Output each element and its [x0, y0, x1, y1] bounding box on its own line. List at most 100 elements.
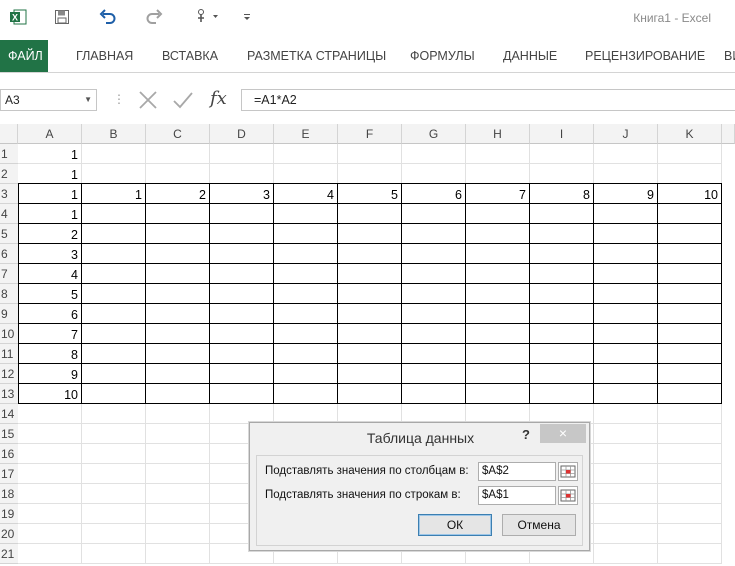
row-header[interactable]: 13 — [0, 384, 18, 404]
cell-f2[interactable] — [338, 164, 402, 184]
cell-c6[interactable] — [146, 244, 210, 264]
cell-d11[interactable] — [210, 344, 274, 364]
cell-k5[interactable] — [658, 224, 722, 244]
cell-j4[interactable] — [594, 204, 658, 224]
help-button[interactable]: ? — [522, 427, 530, 442]
column-header[interactable]: G — [402, 124, 466, 144]
cell-k10[interactable] — [658, 324, 722, 344]
cell-a18[interactable] — [18, 484, 82, 504]
cell-h1[interactable] — [466, 144, 530, 164]
cell-a12[interactable]: 9 — [18, 364, 82, 384]
cell-a2[interactable]: 1 — [18, 164, 82, 184]
cell-c11[interactable] — [146, 344, 210, 364]
cell-j17[interactable] — [594, 464, 658, 484]
cell-e10[interactable] — [274, 324, 338, 344]
cell-b15[interactable] — [82, 424, 146, 444]
tab-view[interactable]: ВИ — [724, 40, 735, 72]
cell-b18[interactable] — [82, 484, 146, 504]
tab-file[interactable]: ФАЙЛ — [0, 40, 48, 72]
cell-i2[interactable] — [530, 164, 594, 184]
cell-f11[interactable] — [338, 344, 402, 364]
cell-f14[interactable] — [338, 404, 402, 424]
row-header[interactable]: 21 — [0, 544, 18, 564]
column-header[interactable]: D — [210, 124, 274, 144]
cell-d5[interactable] — [210, 224, 274, 244]
close-button[interactable]: × — [540, 424, 586, 443]
cell-j5[interactable] — [594, 224, 658, 244]
cell-k14[interactable] — [658, 404, 722, 424]
cell-g3[interactable]: 6 — [402, 184, 466, 204]
column-header[interactable]: F — [338, 124, 402, 144]
row-header[interactable]: 17 — [0, 464, 18, 484]
cell-e4[interactable] — [274, 204, 338, 224]
column-header[interactable]: A — [18, 124, 82, 144]
cell-g13[interactable] — [402, 384, 466, 404]
cell-g5[interactable] — [402, 224, 466, 244]
range-select-icon[interactable] — [558, 462, 578, 481]
cell-c18[interactable] — [146, 484, 210, 504]
cell-d4[interactable] — [210, 204, 274, 224]
cell-a7[interactable]: 4 — [18, 264, 82, 284]
cell-c17[interactable] — [146, 464, 210, 484]
cell-d9[interactable] — [210, 304, 274, 324]
cell-a4[interactable]: 1 — [18, 204, 82, 224]
cell-e5[interactable] — [274, 224, 338, 244]
cell-h13[interactable] — [466, 384, 530, 404]
cell-f6[interactable] — [338, 244, 402, 264]
cell-g6[interactable] — [402, 244, 466, 264]
tab-review[interactable]: РЕЦЕНЗИРОВАНИЕ — [585, 40, 705, 72]
cell-b19[interactable] — [82, 504, 146, 524]
cell-c13[interactable] — [146, 384, 210, 404]
cell-b7[interactable] — [82, 264, 146, 284]
tab-formulas[interactable]: ФОРМУЛЫ — [410, 40, 475, 72]
cell-a6[interactable]: 3 — [18, 244, 82, 264]
row-header[interactable]: 11 — [0, 344, 18, 364]
tab-data[interactable]: ДАННЫЕ — [503, 40, 557, 72]
cell-j18[interactable] — [594, 484, 658, 504]
cell-j19[interactable] — [594, 504, 658, 524]
cell-k19[interactable] — [658, 504, 722, 524]
cell-d3[interactable]: 3 — [210, 184, 274, 204]
cell-k11[interactable] — [658, 344, 722, 364]
cell-j11[interactable] — [594, 344, 658, 364]
cell-f4[interactable] — [338, 204, 402, 224]
cancel-entry-icon[interactable] — [137, 90, 159, 115]
cell-h2[interactable] — [466, 164, 530, 184]
cell-e12[interactable] — [274, 364, 338, 384]
row-header[interactable]: 20 — [0, 524, 18, 544]
cell-k3[interactable]: 10 — [658, 184, 722, 204]
cell-g9[interactable] — [402, 304, 466, 324]
cell-k12[interactable] — [658, 364, 722, 384]
cell-b20[interactable] — [82, 524, 146, 544]
cell-k8[interactable] — [658, 284, 722, 304]
column-header[interactable]: K — [658, 124, 722, 144]
row-header[interactable]: 3 — [0, 184, 18, 204]
cell-j7[interactable] — [594, 264, 658, 284]
cell-b11[interactable] — [82, 344, 146, 364]
cell-j20[interactable] — [594, 524, 658, 544]
cell-k7[interactable] — [658, 264, 722, 284]
cell-d12[interactable] — [210, 364, 274, 384]
cell-i1[interactable] — [530, 144, 594, 164]
cell-f7[interactable] — [338, 264, 402, 284]
row-header[interactable]: 12 — [0, 364, 18, 384]
row-header[interactable]: 16 — [0, 444, 18, 464]
cell-c16[interactable] — [146, 444, 210, 464]
row-header[interactable]: 18 — [0, 484, 18, 504]
confirm-entry-icon[interactable] — [172, 90, 194, 115]
cell-d8[interactable] — [210, 284, 274, 304]
cell-g2[interactable] — [402, 164, 466, 184]
cell-h14[interactable] — [466, 404, 530, 424]
cell-k6[interactable] — [658, 244, 722, 264]
column-header[interactable]: I — [530, 124, 594, 144]
cell-c7[interactable] — [146, 264, 210, 284]
cell-e2[interactable] — [274, 164, 338, 184]
tab-insert[interactable]: ВСТАВКА — [162, 40, 218, 72]
cell-b2[interactable] — [82, 164, 146, 184]
cell-c15[interactable] — [146, 424, 210, 444]
cell-c19[interactable] — [146, 504, 210, 524]
cell-h10[interactable] — [466, 324, 530, 344]
cell-k17[interactable] — [658, 464, 722, 484]
column-header[interactable]: J — [594, 124, 658, 144]
cell-h7[interactable] — [466, 264, 530, 284]
